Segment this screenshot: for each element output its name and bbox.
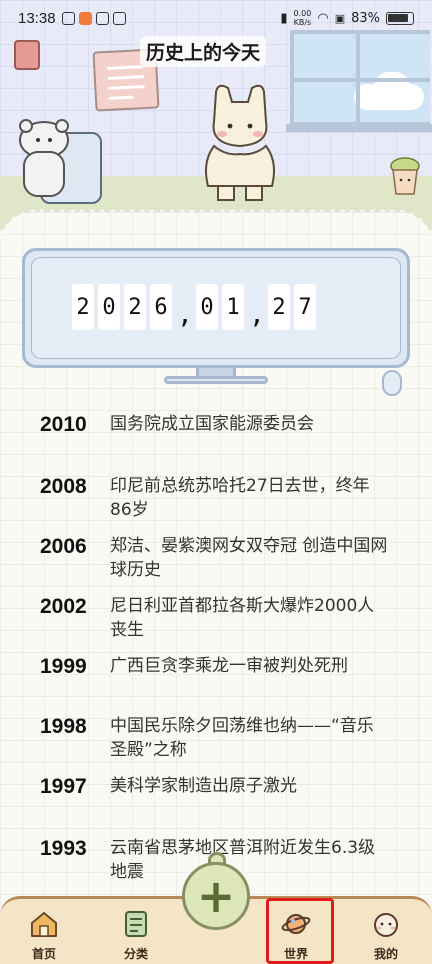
status-time: 13:38	[18, 9, 56, 27]
vibrate-icon: ▮	[280, 10, 288, 26]
event-text: 广西巨贪李乘龙一审被判处死刑	[110, 656, 348, 676]
plant-pot-illustration	[390, 157, 420, 195]
nav-category[interactable]: 分类	[106, 909, 166, 962]
wifi-icon: ◠	[317, 10, 329, 26]
battery-icon	[386, 11, 414, 25]
net-speed: 0.00 KB/s	[293, 9, 312, 27]
event-item[interactable]: 2010 国务院成立国家能源委员会	[40, 412, 400, 438]
nav-world-highlight	[266, 898, 334, 964]
event-item[interactable]: 2002 尼日利亚首都拉各斯大爆炸2000人丧生	[40, 594, 400, 642]
date-separator: ,	[177, 300, 193, 330]
notification-icon	[61, 11, 75, 25]
page-title: 历史上的今天	[140, 36, 267, 67]
status-bar: 13:38 ▮ 0.00 KB/s ◠ ▣ 83%	[0, 0, 432, 36]
event-text: 郑洁、晏紫澳网女双夺冠 创造中国网球历史	[110, 536, 388, 580]
event-year: 2008	[40, 475, 87, 498]
date-display[interactable]: 2 0 2 6 , 0 1 , 2 7	[72, 284, 320, 330]
event-text: 美科学家制造出原子激光	[110, 776, 297, 796]
mouse-icon	[382, 370, 402, 396]
add-button[interactable]: +	[182, 862, 250, 930]
nav-mine-label: 我的	[373, 947, 398, 961]
nav-home-label: 首页	[31, 947, 56, 961]
nav-home[interactable]: 首页	[14, 909, 74, 962]
event-year: 1998	[40, 715, 87, 738]
category-icon	[125, 911, 147, 937]
mascot-illustration	[205, 84, 275, 201]
event-year: 1999	[40, 655, 87, 678]
monitor-base	[164, 376, 268, 384]
notification-icon	[112, 11, 126, 25]
event-year: 2010	[40, 413, 87, 436]
date-digit: 2	[268, 284, 290, 330]
date-separator: ,	[249, 300, 265, 330]
event-text: 国务院成立国家能源委员会	[110, 414, 314, 434]
plus-icon: +	[196, 869, 236, 923]
event-text: 尼日利亚首都拉各斯大爆炸2000人丧生	[110, 596, 375, 640]
nav-category-label: 分类	[123, 947, 148, 961]
event-item[interactable]: 1997 美科学家制造出原子激光	[40, 774, 400, 800]
profile-avatar-icon	[374, 913, 398, 937]
date-digit: 2	[124, 284, 146, 330]
event-year: 2006	[40, 535, 87, 558]
sim-icon: ▣	[334, 11, 346, 25]
notification-icon	[95, 11, 109, 25]
window-decoration	[286, 30, 432, 132]
home-icon	[31, 911, 57, 937]
date-digit: 0	[98, 284, 120, 330]
date-digit: 7	[294, 284, 316, 330]
event-year: 1993	[40, 837, 87, 860]
bear-illustration	[19, 119, 69, 197]
date-digit: 6	[150, 284, 172, 330]
notification-icon	[78, 11, 92, 25]
event-year: 1997	[40, 775, 87, 798]
status-app-icons	[61, 11, 126, 25]
event-item[interactable]: 2008 印尼前总统苏哈托27日去世，终年86岁	[40, 474, 400, 522]
event-text: 印尼前总统苏哈托27日去世，终年86岁	[110, 476, 370, 520]
event-text: 中国民乐除夕回荡维也纳——“音乐圣殿”之称	[110, 716, 374, 760]
date-digit: 2	[72, 284, 94, 330]
event-year: 2002	[40, 595, 87, 618]
history-card: 2 0 2 6 , 0 1 , 2 7 2010 国务院成立国家能源委员会 20…	[0, 210, 432, 900]
date-digit: 1	[222, 284, 244, 330]
event-text: 云南省思茅地区普洱附近发生6.3级地震	[110, 838, 376, 882]
nav-mine[interactable]: 我的	[356, 909, 416, 962]
book-icon[interactable]	[14, 40, 40, 70]
event-item[interactable]: 2006 郑洁、晏紫澳网女双夺冠 创造中国网球历史	[40, 534, 400, 582]
event-item[interactable]: 1998 中国民乐除夕回荡维也纳——“音乐圣殿”之称	[40, 714, 400, 762]
date-digit: 0	[196, 284, 218, 330]
event-item[interactable]: 1999 广西巨贪李乘龙一审被判处死刑	[40, 654, 400, 680]
battery-percent: 83%	[351, 10, 380, 26]
